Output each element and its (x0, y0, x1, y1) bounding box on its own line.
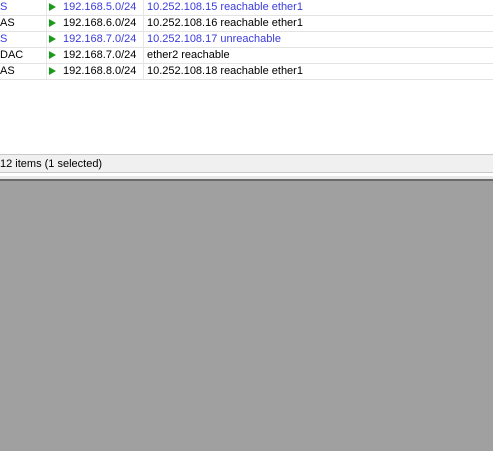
route-flags: AS (0, 65, 15, 77)
table-row[interactable]: DAC 192.168.7.0/24 ether2 reachable (0, 48, 493, 64)
route-dst-address: 192.168.7.0/24 (63, 33, 137, 45)
table-row[interactable]: AS 192.168.8.0/24 10.252.108.18 reachabl… (0, 64, 493, 80)
route-marker-icon (49, 0, 61, 15)
route-list-window: S 192.168.5.0/24 10.252.108.15 reachable… (0, 0, 493, 178)
route-dst-address: 192.168.8.0/24 (63, 65, 137, 77)
route-marker-icon (49, 48, 61, 63)
route-marker-icon (49, 64, 61, 79)
workspace-background (0, 181, 493, 451)
status-bar: 12 items (1 selected) (0, 154, 493, 173)
item-count-status: 12 items (1 selected) (0, 158, 103, 170)
route-flags: AS (0, 17, 15, 29)
column-divider (143, 16, 144, 31)
route-flags: S (0, 33, 8, 45)
route-marker-icon (49, 32, 61, 47)
column-divider (46, 32, 47, 47)
column-divider (46, 0, 47, 15)
route-marker-icon (49, 16, 61, 31)
route-dst-address: 192.168.7.0/24 (63, 49, 137, 61)
column-divider (143, 32, 144, 47)
route-dst-address: 192.168.6.0/24 (63, 17, 137, 29)
route-gateway: ether2 reachable (147, 49, 230, 61)
table-row[interactable]: S 192.168.5.0/24 10.252.108.15 reachable… (0, 0, 493, 16)
table-row[interactable]: S 192.168.7.0/24 10.252.108.17 unreachab… (0, 32, 493, 48)
column-divider (143, 48, 144, 63)
column-divider (143, 0, 144, 15)
column-divider (46, 16, 47, 31)
route-dst-address: 192.168.5.0/24 (63, 1, 137, 13)
route-gateway: 10.252.108.15 reachable ether1 (147, 1, 303, 13)
route-flags: DAC (0, 49, 24, 61)
route-gateway: 10.252.108.17 unreachable (147, 33, 281, 45)
route-table: S 192.168.5.0/24 10.252.108.15 reachable… (0, 0, 493, 80)
column-divider (143, 64, 144, 79)
column-divider (46, 48, 47, 63)
route-flags: S (0, 1, 8, 13)
route-gateway: 10.252.108.16 reachable ether1 (147, 17, 303, 29)
route-gateway: 10.252.108.18 reachable ether1 (147, 65, 303, 77)
column-divider (46, 64, 47, 79)
table-row[interactable]: AS 192.168.6.0/24 10.252.108.16 reachabl… (0, 16, 493, 32)
